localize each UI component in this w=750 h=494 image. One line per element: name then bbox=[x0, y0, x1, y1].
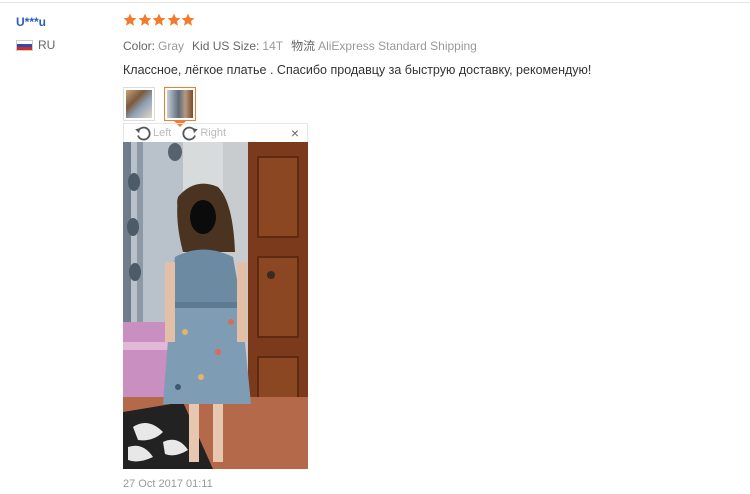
reviewer-country: RU bbox=[16, 38, 55, 52]
attr-color: Color: Gray bbox=[123, 39, 184, 53]
photo-viewer: Left Right × bbox=[123, 123, 308, 469]
star-icon bbox=[138, 13, 152, 27]
review-text: Классное, лёгкое платье . Спасибо продав… bbox=[123, 63, 592, 77]
attr-color-label: Color: bbox=[123, 39, 156, 53]
order-attributes: Color: Gray Kid US Size: 14T 物流 AliExpress … bbox=[123, 37, 733, 54]
photo-thumbnails bbox=[123, 87, 733, 127]
rotate-right-button[interactable]: Right bbox=[181, 125, 226, 141]
attr-size-label: Kid US Size: bbox=[192, 39, 260, 53]
reviewer-name: U***u bbox=[16, 15, 47, 29]
review-date: 27 Oct 2017 01:11 bbox=[123, 478, 213, 490]
attr-color-value: Gray bbox=[158, 39, 185, 53]
star-icon bbox=[167, 13, 181, 27]
rotate-right-label: Right bbox=[200, 127, 227, 139]
attr-shipping-label: 物流 bbox=[291, 39, 316, 53]
review-body: Color: Gray Kid US Size: 14T 物流 AliExpress … bbox=[123, 13, 733, 127]
star-rating bbox=[123, 13, 733, 29]
star-icon bbox=[181, 13, 195, 27]
reviewer-info: U***u RU bbox=[16, 15, 55, 52]
attr-shipping: 物流 AliExpress Standard Shipping bbox=[291, 37, 477, 54]
viewer-toolbar: Left Right × bbox=[123, 123, 308, 142]
rotate-left-label: Left bbox=[153, 127, 172, 139]
attr-size-value: 14T bbox=[262, 39, 284, 53]
rotate-right-icon bbox=[182, 126, 199, 141]
attr-size: Kid US Size: 14T bbox=[192, 39, 283, 53]
rotate-left-icon bbox=[135, 126, 151, 141]
russia-flag-icon bbox=[16, 39, 33, 51]
star-icon bbox=[123, 13, 137, 27]
rotate-left-button[interactable]: Left bbox=[134, 125, 171, 141]
country-code: RU bbox=[38, 38, 56, 52]
attr-shipping-value: AliExpress Standard Shipping bbox=[318, 39, 477, 53]
close-viewer-button[interactable]: × bbox=[291, 125, 299, 141]
photo-thumbnail-2[interactable] bbox=[164, 87, 196, 127]
top-divider bbox=[0, 2, 750, 3]
review-photo bbox=[123, 142, 308, 469]
photo-thumbnail-1[interactable] bbox=[123, 87, 155, 121]
star-icon bbox=[152, 13, 166, 27]
